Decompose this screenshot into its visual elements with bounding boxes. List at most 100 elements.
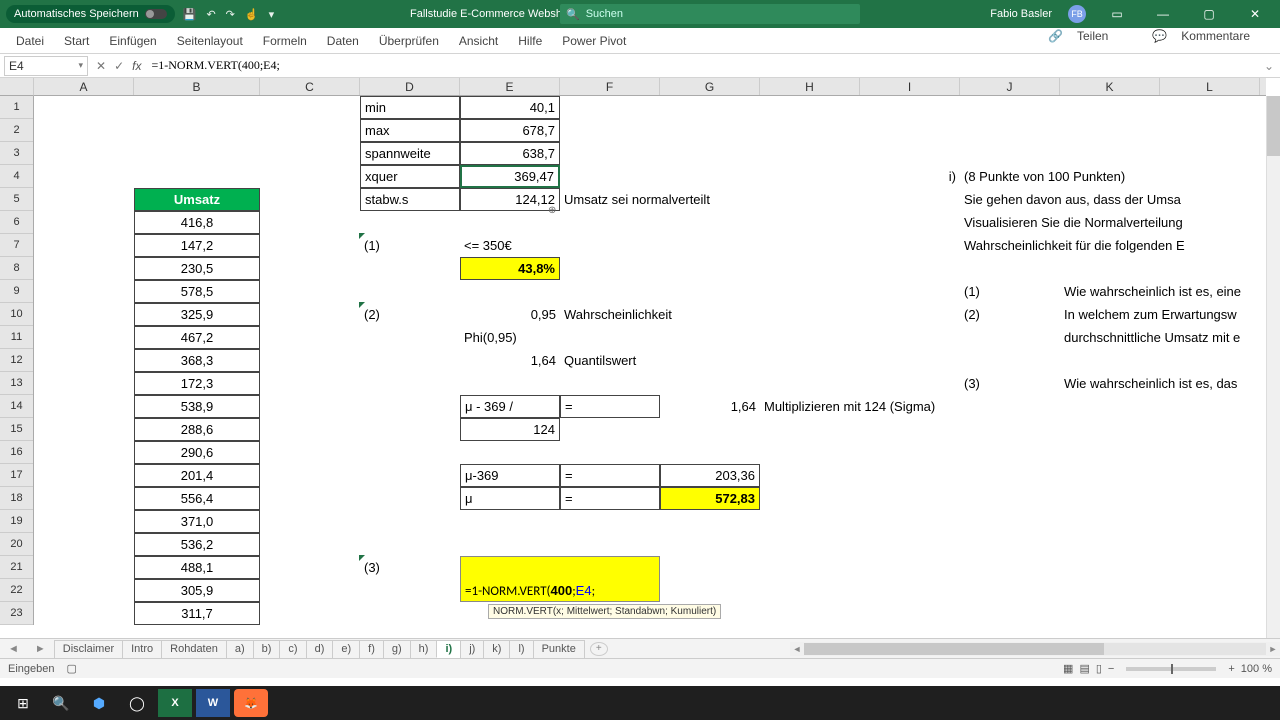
scroll-thumb[interactable] [1267,96,1280,156]
view-layout-icon[interactable]: ▤ [1079,662,1089,675]
cell-J5[interactable]: Sie gehen davon aus, dass der Umsa [960,188,1280,211]
search-taskbar-icon[interactable]: 🔍 [44,689,78,717]
row-header-2[interactable]: 2 [0,119,33,142]
cell-I4[interactable]: i) [860,165,960,188]
hscroll-right-icon[interactable]: ► [1266,644,1280,654]
cell-E1[interactable]: 40,1 [460,96,560,119]
col-header-B[interactable]: B [134,78,260,95]
cell-B18[interactable]: 556,4 [134,487,260,510]
cell-E17[interactable]: μ-369 [460,464,560,487]
cell-J4[interactable]: (8 Punkte von 100 Punkten) [960,165,1280,188]
more-icon[interactable]: ▾ [269,8,275,21]
namebox-dropdown-icon[interactable]: ▾ [78,60,83,71]
document-title[interactable]: Fallstudie E-Commerce Webshop [410,8,574,20]
tab-datei[interactable]: Datei [6,29,54,53]
row-header-11[interactable]: 11 [0,326,33,349]
cell-B22[interactable]: 305,9 [134,579,260,602]
cell-E5[interactable]: 124,12 [460,188,560,211]
col-header-H[interactable]: H [760,78,860,95]
cell-E2[interactable]: 678,7 [460,119,560,142]
sheet-tab-Punkte[interactable]: Punkte [533,640,585,658]
cell-D2[interactable]: max [360,119,460,142]
cell-J10[interactable]: (2) [960,303,1060,326]
sheet-nav-prev-icon[interactable]: ◄ [0,643,27,655]
cell-K9[interactable]: Wie wahrscheinlich ist es, eine [1060,280,1280,303]
cell-E7[interactable]: <= 350€ [460,234,560,257]
search-box[interactable]: 🔍 Suchen [560,4,860,24]
col-header-C[interactable]: C [260,78,360,95]
redo-icon[interactable]: ↷ [226,8,235,21]
cell-E18[interactable]: μ [460,487,560,510]
macro-record-icon[interactable]: ▢ [67,662,77,675]
cell-K13[interactable]: Wie wahrscheinlich ist es, das [1060,372,1280,395]
tab-ueberpruefen[interactable]: Überprüfen [369,29,449,53]
column-headers[interactable]: ABCDEFGHIJKL [34,78,1266,96]
sheet-tab-f)[interactable]: f) [359,640,384,658]
add-sheet-button[interactable]: + [590,642,608,656]
vertical-scrollbar[interactable] [1266,96,1280,638]
undo-icon[interactable]: ↶ [206,8,215,21]
sheet-tab-j)[interactable]: j) [460,640,484,658]
sheet-tab-e)[interactable]: e) [332,640,360,658]
cell-B23[interactable]: 311,7 [134,602,260,625]
tab-formeln[interactable]: Formeln [253,29,317,53]
sheet-nav-next-icon[interactable]: ► [27,643,54,655]
cell-B9[interactable]: 578,5 [134,280,260,303]
cell-D10[interactable]: (2) [360,303,460,326]
tab-powerpivot[interactable]: Power Pivot [552,29,636,53]
cell-B5[interactable]: Umsatz [134,188,260,211]
col-header-G[interactable]: G [660,78,760,95]
sheet-tab-a)[interactable]: a) [226,640,254,658]
cell-F18[interactable]: = [560,487,660,510]
cell-J7[interactable]: Wahrscheinlichkeit für die folgenden E [960,234,1280,257]
view-normal-icon[interactable]: ▦ [1063,662,1073,675]
sheet-tab-i)[interactable]: i) [436,640,461,658]
cell-E15[interactable]: 124 [460,418,560,441]
toggle-switch[interactable] [145,9,167,19]
row-header-14[interactable]: 14 [0,395,33,418]
sheet-tab-Rohdaten[interactable]: Rohdaten [161,640,227,658]
select-all-corner[interactable] [0,78,34,96]
cancel-icon[interactable]: ✕ [96,59,106,73]
zoom-slider[interactable] [1126,667,1216,671]
tab-ansicht[interactable]: Ansicht [449,29,508,53]
col-header-J[interactable]: J [960,78,1060,95]
sheet-tab-k)[interactable]: k) [483,640,510,658]
row-header-12[interactable]: 12 [0,349,33,372]
tab-hilfe[interactable]: Hilfe [508,29,552,53]
cell-D3[interactable]: spannweite [360,142,460,165]
cell-J9[interactable]: (1) [960,280,1060,303]
cell-B20[interactable]: 536,2 [134,533,260,556]
zoom-out-icon[interactable]: − [1108,663,1114,675]
hscroll-left-icon[interactable]: ◄ [790,644,804,654]
cell-B14[interactable]: 538,9 [134,395,260,418]
tab-start[interactable]: Start [54,29,99,53]
app-2-icon[interactable]: ◯ [120,689,154,717]
cell-E3[interactable]: 638,7 [460,142,560,165]
cell-B7[interactable]: 147,2 [134,234,260,257]
row-header-3[interactable]: 3 [0,142,33,165]
col-header-F[interactable]: F [560,78,660,95]
col-header-D[interactable]: D [360,78,460,95]
touch-icon[interactable]: ☝ [245,8,259,21]
row-header-15[interactable]: 15 [0,418,33,441]
row-header-13[interactable]: 13 [0,372,33,395]
cell-F17[interactable]: = [560,464,660,487]
col-header-I[interactable]: I [860,78,960,95]
app-1-icon[interactable]: ⬢ [82,689,116,717]
cell-B21[interactable]: 488,1 [134,556,260,579]
cell-K11[interactable]: durchschnittliche Umsatz mit e [1060,326,1280,349]
cell-J13[interactable]: (3) [960,372,1060,395]
autosave-toggle[interactable]: Automatisches Speichern [6,5,175,23]
cell-B8[interactable]: 230,5 [134,257,260,280]
confirm-icon[interactable]: ✓ [114,59,124,73]
row-header-1[interactable]: 1 [0,96,33,119]
cell-G17[interactable]: 203,36 [660,464,760,487]
tab-daten[interactable]: Daten [317,29,369,53]
row-header-16[interactable]: 16 [0,441,33,464]
cell-E11[interactable]: Phi(0,95) [460,326,560,349]
row-header-20[interactable]: 20 [0,533,33,556]
col-header-E[interactable]: E [460,78,560,95]
col-header-L[interactable]: L [1160,78,1260,95]
cell-H14[interactable]: Multiplizieren mit 124 (Sigma) [760,395,1020,418]
